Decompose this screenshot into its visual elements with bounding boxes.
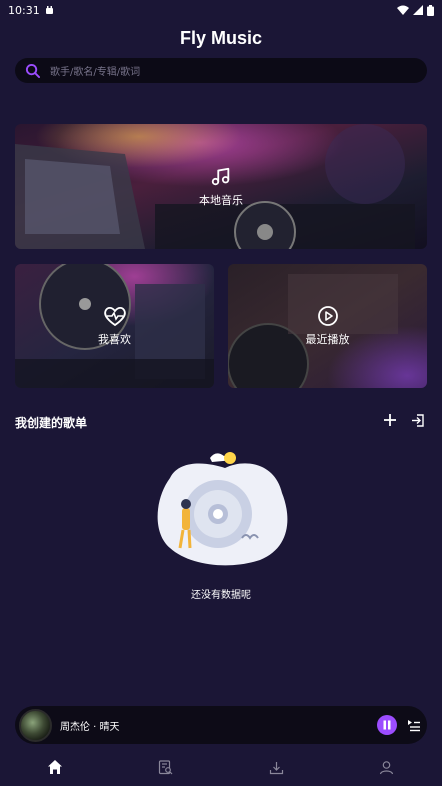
play-circle-icon: [317, 306, 338, 326]
playlist-search-icon: [159, 759, 173, 774]
tab-playlist-search[interactable]: [136, 759, 196, 775]
recent-played-card[interactable]: 最近播放: [228, 264, 427, 388]
mini-player[interactable]: 周杰伦 · 晴天: [15, 706, 427, 744]
search-placeholder: 歌手/歌名/专辑/歌词: [50, 67, 141, 78]
tab-profile[interactable]: [357, 760, 417, 775]
favorites-card[interactable]: 我喜欢: [15, 264, 214, 388]
status-bar: 10:31: [0, 0, 442, 20]
wifi-icon: [397, 5, 409, 15]
recent-played-label: 最近播放: [305, 333, 350, 346]
import-playlist-icon[interactable]: [411, 413, 424, 427]
favorites-label: 我喜欢: [98, 333, 131, 346]
add-playlist-icon[interactable]: [383, 413, 397, 427]
search-bar[interactable]: 歌手/歌名/专辑/歌词: [15, 58, 427, 83]
signal-icon: [413, 5, 423, 15]
local-music-card[interactable]: 本地音乐: [15, 124, 427, 249]
album-cover[interactable]: [19, 708, 52, 742]
profile-icon: [380, 760, 394, 774]
bottom-tab-bar: [0, 752, 442, 782]
empty-state-illustration: [157, 452, 288, 566]
playlist-actions: [383, 413, 424, 427]
home-icon: [48, 760, 63, 774]
tab-home[interactable]: [25, 759, 85, 775]
tab-download[interactable]: [246, 760, 306, 775]
search-icon: [25, 63, 40, 78]
my-playlists-title: 我创建的歌单: [15, 416, 88, 430]
battery-icon: [427, 4, 434, 16]
notification-icon: [45, 5, 53, 14]
empty-state-text: 还没有数据呢: [191, 590, 251, 601]
music-note-icon: [211, 167, 230, 185]
pause-icon[interactable]: [377, 715, 397, 735]
heart-pulse-icon: [103, 306, 126, 327]
local-music-label: 本地音乐: [199, 193, 243, 207]
now-playing-song: 周杰伦 · 晴天: [60, 721, 120, 733]
playlist-queue-icon[interactable]: [407, 718, 421, 732]
status-time: 10:31: [8, 3, 40, 17]
app-title: Fly Music: [179, 28, 263, 48]
download-icon: [269, 761, 283, 774]
